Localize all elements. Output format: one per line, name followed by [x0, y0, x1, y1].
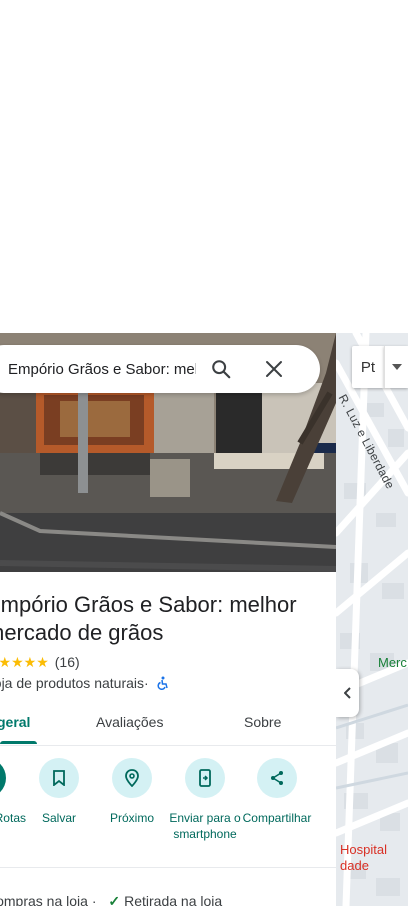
chevron-left-icon [343, 687, 351, 699]
tab-reviews[interactable]: Avaliações [96, 714, 163, 730]
search-box [0, 345, 320, 393]
search-icon[interactable] [210, 358, 232, 380]
service-option-in-store: Compras na loja [0, 893, 88, 906]
bookmark-icon [39, 758, 79, 798]
send-to-phone-button[interactable]: Enviar para o smartphone [165, 758, 245, 842]
wheelchair-icon [157, 676, 168, 690]
tab-about[interactable]: Sobre [244, 714, 281, 730]
map-type-label: Pt [360, 358, 376, 376]
map-poi-hospital-label: Hospital dade [340, 842, 387, 874]
category-separator: · [144, 675, 149, 691]
place-category[interactable]: Loja de produtos naturais [0, 675, 144, 691]
save-button[interactable]: Salvar [19, 758, 99, 826]
map-poi-market-label: Merc [378, 655, 407, 670]
share-icon [257, 758, 297, 798]
nearby-button[interactable]: Próximo [92, 758, 172, 826]
collapse-panel-button[interactable] [336, 669, 359, 717]
map-type-button[interactable]: Pt [352, 346, 384, 388]
search-input[interactable] [8, 359, 196, 379]
save-label: Salvar [41, 811, 76, 825]
nearby-icon [112, 758, 152, 798]
section-divider [0, 867, 336, 868]
send-to-phone-icon [185, 758, 225, 798]
category-row: Loja de produtos naturais · [0, 674, 169, 692]
action-buttons: Rotas Salvar Próximo Enviar para o smart… [0, 758, 336, 858]
place-title: Empório Grãos e Sabor: melhor mercado de… [0, 592, 297, 645]
service-separator: · [87, 893, 101, 906]
service-option-pickup: Retirada na loja [124, 893, 223, 906]
hospital-line-2: dade [340, 858, 369, 873]
maps-window: R. Luz e Liberdade Merc Hospital dade Pt [0, 0, 408, 906]
send-to-phone-label: Enviar para o smartphone [169, 811, 241, 841]
tab-active-indicator [0, 741, 37, 744]
close-icon[interactable] [264, 359, 284, 379]
share-label: Compartilhar [242, 811, 312, 825]
map-type-dropdown[interactable] [384, 346, 408, 388]
rating-row[interactable]: ★★★★★ (16) [0, 653, 80, 671]
rating-count[interactable]: (16) [55, 654, 80, 670]
check-icon: ✓ [108, 893, 121, 906]
directions-icon [0, 758, 6, 798]
caret-down-icon [391, 364, 402, 370]
nearby-label: Próximo [109, 811, 154, 825]
tab-overview[interactable]: Visão geral [0, 714, 30, 730]
hospital-line-1: Hospital [340, 842, 387, 857]
rating-stars: ★★★★★ [0, 653, 49, 670]
share-button[interactable]: Compartilhar [237, 758, 317, 826]
place-tabs: Visão geral Avaliações Sobre [0, 702, 336, 746]
service-options-row: Compras na loja · ✓Retirada na loja [0, 893, 222, 906]
